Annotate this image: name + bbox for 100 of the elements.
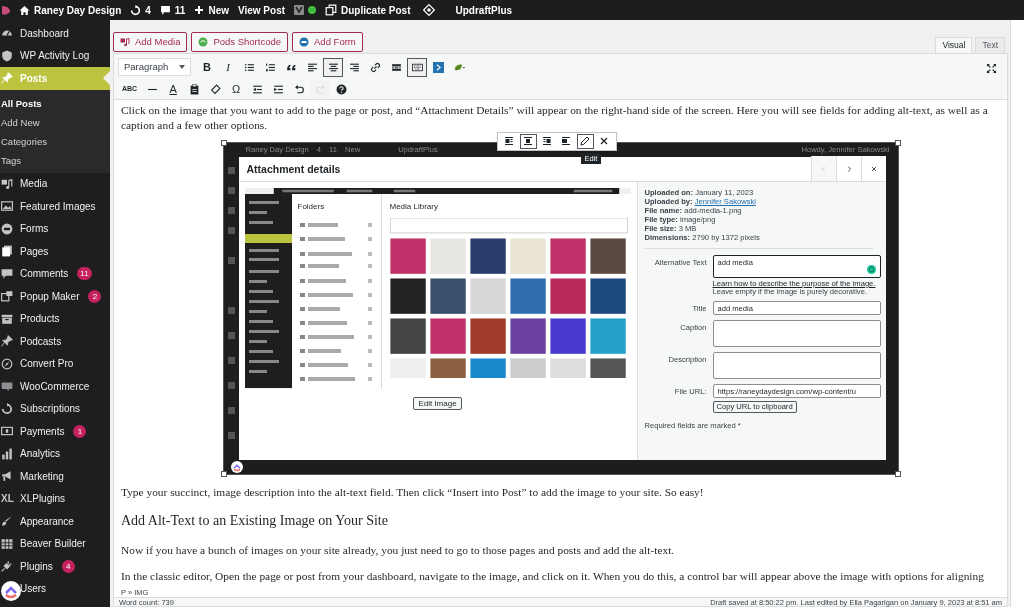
submenu-item[interactable]: Categories <box>0 132 110 152</box>
sidebar-item[interactable]: Payments 1 <box>0 420 110 443</box>
indent-icon <box>272 83 284 95</box>
count-badge: 4 <box>61 559 75 573</box>
sidebar-item[interactable]: Convert Pro <box>0 352 110 375</box>
grammar-check-icon <box>866 264 876 274</box>
sidebar-item[interactable]: Appearance <box>0 510 110 533</box>
sidebar-item[interactable]: Comments 11 <box>0 262 110 285</box>
resize-handle[interactable] <box>220 470 227 477</box>
plugin-mark-icon: XL <box>1 491 13 507</box>
media-button[interactable]: Pods Shortcode <box>191 32 289 52</box>
resize-handle[interactable] <box>220 139 227 146</box>
sidebar-item[interactable]: Plugins 4 <box>0 555 110 578</box>
sidebar-item[interactable]: Media <box>0 172 110 195</box>
heading: Add Alt-Text to an Existing Image on Your Site <box>121 511 389 530</box>
toolbar-button[interactable] <box>323 57 343 77</box>
caret-icon <box>179 65 185 70</box>
align-center-icon <box>523 136 533 147</box>
duplicate-post-link[interactable]: Duplicate Post <box>341 2 411 18</box>
align-left-icon <box>306 61 318 73</box>
close-icon <box>869 164 878 173</box>
submenu-item[interactable]: All Posts <box>0 94 110 114</box>
speech-bubble-icon[interactable] <box>159 4 171 16</box>
image-toolbar-button[interactable] <box>576 133 594 149</box>
pin-icon <box>1 335 13 348</box>
toolbar-button[interactable] <box>407 57 427 77</box>
sidebar-item[interactable]: Popup Maker 2 <box>0 285 110 308</box>
selection-arrow-icon <box>103 71 110 86</box>
seo-icon[interactable] <box>294 4 305 16</box>
arrow-square-icon <box>432 61 444 73</box>
popup-icon <box>1 290 13 303</box>
toolbar-button[interactable]: Ω <box>226 79 247 99</box>
numbered-list-icon <box>264 61 276 73</box>
bullet-list-icon <box>243 61 255 73</box>
home-icon[interactable] <box>19 4 30 16</box>
sidebar-item[interactable]: Pages <box>0 240 110 263</box>
sidebar-item[interactable]: Podcasts <box>0 330 110 353</box>
align-center-icon <box>327 61 339 73</box>
editor-tab[interactable]: Text <box>975 36 1005 53</box>
sidebar-item[interactable]: Dashboard <box>0 22 110 45</box>
floating-logo-icon <box>230 460 243 473</box>
sidebar-item[interactable]: WooCommerce <box>0 375 110 398</box>
help-icon <box>335 83 347 95</box>
align-right-icon <box>348 61 360 73</box>
image-icon <box>1 200 13 213</box>
eraser-icon <box>209 83 221 95</box>
edit-image-button[interactable]: Edit Image <box>413 396 462 410</box>
sidebar-item[interactable]: Analytics <box>0 442 110 465</box>
media-icon <box>1 177 13 190</box>
sidebar-item[interactable]: WP Activity Log <box>0 44 110 67</box>
text-area[interactable] <box>712 351 881 379</box>
media-button[interactable]: Add Form <box>292 32 363 52</box>
update-count[interactable]: 4 <box>145 2 151 18</box>
new-link[interactable]: New <box>208 2 229 18</box>
duplicate-icon[interactable] <box>325 4 338 16</box>
plug-icon <box>1 560 13 573</box>
resize-handle[interactable] <box>894 139 901 146</box>
toolbar-button[interactable]: A <box>163 79 184 99</box>
diamond-icon[interactable] <box>422 4 435 16</box>
site-name-link[interactable]: Raney Day Design <box>34 2 122 18</box>
circle-logo-icon <box>198 37 209 47</box>
fullscreen-icon[interactable] <box>986 62 997 74</box>
pencil-icon <box>580 136 590 147</box>
outdent-icon <box>251 83 263 95</box>
text-area[interactable] <box>712 319 881 347</box>
pin-icon <box>1 72 13 85</box>
status-dot-icon <box>308 6 317 14</box>
sidebar-item[interactable]: Products <box>0 307 110 330</box>
align-none-icon <box>561 136 571 147</box>
sidebar-item[interactable]: Subscriptions <box>0 397 110 420</box>
plus-icon[interactable] <box>194 5 205 15</box>
comment-count[interactable]: 11 <box>174 2 186 18</box>
sidebar-item[interactable]: Marketing <box>0 465 110 488</box>
sidebar-item[interactable]: XL XLPlugins <box>0 487 110 510</box>
count-badge: 1 <box>73 424 87 438</box>
media-button[interactable]: Add Media <box>113 32 188 52</box>
view-post-link[interactable]: View Post <box>237 2 286 18</box>
submenu-item[interactable]: Add New <box>0 113 110 133</box>
updraftplus-link[interactable]: UpdraftPlus <box>455 2 513 18</box>
refresh-icon[interactable] <box>130 4 142 16</box>
submenu-item[interactable]: Tags <box>0 151 110 171</box>
image-toolbar-button[interactable] <box>519 133 537 149</box>
floating-logo-icon[interactable] <box>1 581 21 601</box>
media-icon <box>120 37 130 47</box>
toolbar-button[interactable]: B <box>197 57 217 77</box>
count-badge: 11 <box>77 267 92 281</box>
count-badge: 2 <box>88 289 102 303</box>
editor-tab[interactable]: Visual <box>935 36 973 53</box>
toolbar-button[interactable]: I <box>218 57 238 77</box>
sidebar-item[interactable]: Beaver Builder <box>0 532 110 555</box>
close-icon <box>599 136 609 147</box>
format-dropdown[interactable]: Paragraph <box>118 58 191 77</box>
chevron-left-icon <box>819 164 828 173</box>
logo-icon[interactable] <box>2 4 10 16</box>
sidebar-item[interactable]: Featured Images <box>0 195 110 218</box>
panel-title: Folders <box>297 200 326 213</box>
resize-handle[interactable] <box>894 470 901 477</box>
paragraph: In the classic editor, Open the page or post from your dashboard, navigate to the image, and click on it. When you do this, a control bar will appear above the image with options for aligning <box>121 568 985 584</box>
paragraph: Now if you have a bunch of images on your site already, you just need to go to those pages and posts and add the alt-text. <box>121 542 676 558</box>
sidebar-item[interactable]: Forms <box>0 217 110 240</box>
